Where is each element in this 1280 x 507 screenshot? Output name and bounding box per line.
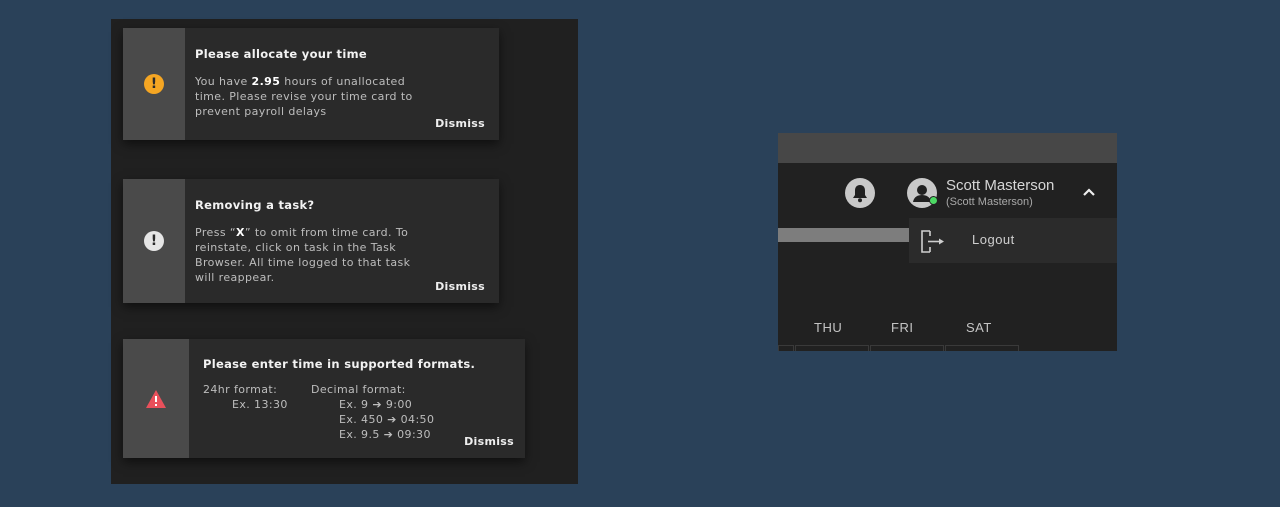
notification-allocate-time: ! Please allocate your time You have 2.9… (123, 28, 499, 140)
online-status-dot (929, 196, 938, 205)
user-name[interactable]: Scott Masterson (946, 177, 1054, 194)
progress-bar (778, 228, 909, 242)
calendar-cell (945, 345, 1019, 351)
decimal-format-label: Decimal format: (311, 383, 406, 396)
body-highlight: X (235, 226, 245, 239)
notification-body: You have 2.95 hours of unallocated time.… (195, 74, 417, 119)
decimal-example: Ex. 450 ➔ 04:50 (339, 413, 435, 426)
notification-removing-task: ! Removing a task? Press “X” to omit fro… (123, 179, 499, 303)
body-highlight: 2.95 (251, 75, 281, 88)
calendar-cell (778, 345, 794, 351)
bell-icon (853, 184, 867, 202)
decimal-example: Ex. 9 ➔ 9:00 (339, 398, 413, 411)
dismiss-button[interactable]: Dismiss (435, 117, 485, 130)
decimal-example: Ex. 9.5 ➔ 09:30 (339, 428, 431, 441)
notification-title: Please allocate your time (195, 47, 367, 61)
warning-circle-icon: ! (144, 74, 164, 94)
notifications-panel: ! Please allocate your time You have 2.9… (111, 19, 578, 484)
logout-label: Logout (972, 232, 1015, 247)
notification-title: Please enter time in supported formats. (203, 357, 476, 371)
calendar-cell (795, 345, 869, 351)
chevron-up-icon[interactable] (1080, 183, 1098, 201)
body-text: Press “ (195, 226, 236, 239)
day-header-sat: SAT (966, 320, 992, 335)
error-triangle-icon (146, 389, 166, 408)
calendar-cell (870, 345, 944, 351)
notification-icon-area: ! (123, 28, 185, 140)
notification-body: Press “X” to omit from time card. To rei… (195, 225, 417, 285)
user-dropdown-menu: Logout (909, 218, 1117, 263)
top-bar (778, 133, 1117, 163)
logout-menu-item[interactable]: Logout (909, 218, 1117, 263)
day-header-thu: THU (814, 320, 843, 335)
notification-time-format: Please enter time in supported formats. … (123, 339, 525, 458)
dismiss-button[interactable]: Dismiss (464, 435, 514, 448)
dismiss-button[interactable]: Dismiss (435, 280, 485, 293)
notifications-button[interactable] (845, 178, 875, 208)
format-24-example: Ex. 13:30 (232, 398, 288, 411)
logout-icon (921, 230, 944, 253)
app-window: Scott Masterson (Scott Masterson) Logout… (778, 133, 1117, 351)
notification-icon-area: ! (123, 179, 185, 303)
user-subtitle: (Scott Masterson) (946, 196, 1033, 208)
body-text: You have (195, 75, 252, 88)
info-circle-icon: ! (144, 231, 164, 251)
format-24-label: 24hr format: (203, 383, 278, 396)
notification-icon-area (123, 339, 189, 458)
notification-title: Removing a task? (195, 198, 315, 212)
day-header-fri: FRI (891, 320, 914, 335)
